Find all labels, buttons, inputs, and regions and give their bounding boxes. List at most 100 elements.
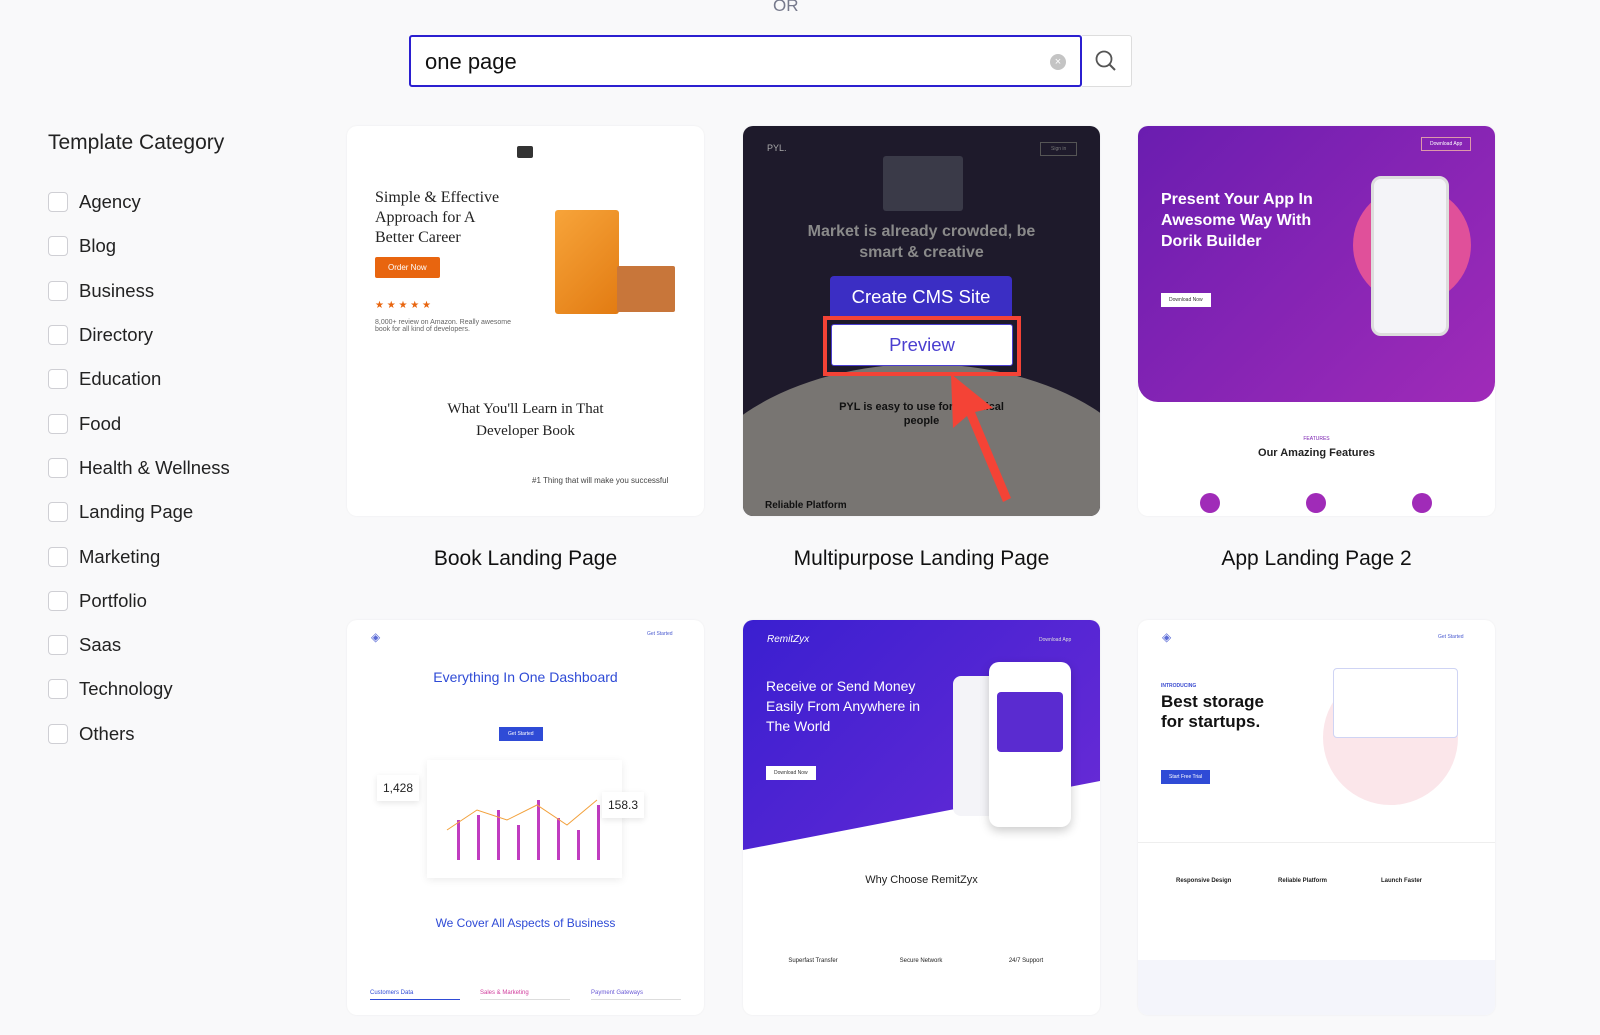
checkbox[interactable] (48, 457, 68, 478)
checkbox[interactable] (48, 413, 68, 434)
feature-icon (1412, 493, 1432, 513)
preview-headline: Everything In One Dashboard (433, 669, 618, 685)
preview-kicker: FEATURES (1303, 436, 1330, 442)
close-circle-icon[interactable]: × (1050, 54, 1066, 70)
preview-headline: Present Your App In Awesome Way With Dor… (1161, 191, 1313, 250)
checkbox[interactable] (48, 635, 68, 656)
preview-button: Start Free Trial (1161, 770, 1211, 784)
checkbox[interactable] (48, 502, 68, 523)
preview-feature: Superfast Transfer (788, 958, 838, 964)
template-title[interactable]: Multipurpose Landing Page (743, 547, 1100, 571)
checkbox[interactable] (48, 546, 68, 567)
category-item[interactable]: Education (48, 357, 230, 401)
preview-bg-curve (743, 364, 1100, 516)
checkbox[interactable] (48, 723, 68, 744)
category-item[interactable]: Others (48, 712, 230, 756)
preview-cta: Download App (1039, 637, 1072, 643)
preview-button: Get Started (499, 727, 543, 741)
search-box[interactable]: × (409, 35, 1082, 87)
phone-mockup (989, 662, 1071, 827)
template-title[interactable]: Book Landing Page (347, 547, 704, 571)
checkbox[interactable] (48, 369, 68, 390)
category-item[interactable]: Blog (48, 224, 230, 268)
preview-tab: Sales & Marketing (480, 990, 570, 1000)
preview-feature: 24/7 Support (1008, 958, 1044, 964)
arrow-pointer-icon (951, 374, 1011, 502)
template-title[interactable]: App Landing Page 2 (1138, 547, 1495, 571)
category-label: Landing Page (79, 501, 194, 523)
preview-button[interactable]: Preview (831, 324, 1013, 366)
checkbox[interactable] (48, 192, 68, 213)
magnifier-icon (1095, 50, 1116, 71)
preview-footer: Reliable Platform (765, 500, 847, 511)
or-label: OR (773, 0, 799, 15)
preview-feature: Launch Faster (1381, 878, 1423, 884)
checkbox[interactable] (48, 679, 68, 700)
category-item[interactable]: Technology (48, 667, 230, 711)
chart-mockup (427, 760, 622, 878)
preview-cta: Get Started (1438, 634, 1464, 640)
category-item[interactable]: Business (48, 269, 230, 313)
preview-features: Our Amazing Features (1258, 447, 1375, 459)
star-rating: ★ ★ ★ ★ ★ (375, 300, 431, 311)
preview-cta: Download App (1421, 137, 1472, 151)
template-card-remit[interactable]: RemitZyx Download App Receive or Send Mo… (743, 620, 1100, 1015)
logo-icon: ◈ (1162, 630, 1172, 644)
preview-brand: RemitZyx (767, 634, 810, 645)
category-label: Portfolio (79, 589, 147, 611)
category-item[interactable]: Portfolio (48, 579, 230, 623)
category-item[interactable]: Food (48, 401, 230, 445)
phone-mockup (1371, 176, 1449, 336)
category-label: Agency (79, 191, 141, 213)
category-item[interactable]: Saas (48, 623, 230, 667)
template-card-multipurpose[interactable]: PYL. Sign in Market is already crowded, … (743, 126, 1100, 516)
book-image (555, 210, 619, 314)
preview-headline: Best storage for startups. (1161, 692, 1264, 731)
preview-tab: Payment Gateways (591, 990, 681, 1000)
preview-brand: PYL. (767, 143, 787, 153)
preview-button: Download Now (1161, 293, 1211, 307)
checkbox[interactable] (48, 236, 68, 257)
feature-section (1138, 842, 1495, 962)
template-card-dashboard[interactable]: ◈ Get Started Everything In One Dashboar… (347, 620, 704, 1015)
preview-stat: 1,428 (377, 775, 420, 801)
category-label: Blog (79, 235, 117, 257)
category-label: Education (79, 368, 162, 390)
category-label: Saas (79, 634, 122, 656)
preview-headline: Market is already crowded, be smart & cr… (807, 223, 1036, 261)
preview-button: Order Now (375, 257, 440, 278)
preview-signin: Sign in (1040, 142, 1078, 156)
illustration-window (1333, 668, 1458, 738)
preview-kicker: INTRODUCING (1161, 683, 1197, 689)
preview-sub: #1 Thing that will make you successful (532, 476, 669, 485)
category-label: Directory (79, 324, 154, 346)
category-item[interactable]: Agency (48, 180, 230, 224)
book-icon (517, 146, 533, 158)
feature-icon (1306, 493, 1326, 513)
category-label: Food (79, 412, 122, 434)
template-card-app[interactable]: Download App Present Your App In Awesome… (1138, 126, 1495, 516)
category-item[interactable]: Health & Wellness (48, 446, 230, 490)
category-label: Business (79, 279, 155, 301)
create-cms-site-button[interactable]: Create CMS Site (830, 276, 1012, 318)
template-card-book[interactable]: Simple & Effective Approach for A Better… (347, 126, 704, 516)
checkbox[interactable] (48, 325, 68, 346)
preview-section: Why Choose RemitZyx (865, 874, 978, 886)
book-stack (617, 266, 675, 312)
preview-review: 8,000+ review on Amazon. Really awesome … (375, 319, 511, 333)
checkbox[interactable] (48, 590, 68, 611)
category-title: Template Category (48, 131, 225, 154)
category-item[interactable]: Marketing (48, 534, 230, 578)
category-label: Health & Wellness (79, 456, 230, 478)
template-card-storage[interactable]: ◈ Get Started INTRODUCING Best storage f… (1138, 620, 1495, 1015)
checkbox[interactable] (48, 280, 68, 301)
illustration (883, 156, 963, 211)
category-list: Agency Blog Business Directory Education Food… (48, 180, 230, 756)
feature-icon (1200, 493, 1220, 513)
category-item[interactable]: Landing Page (48, 490, 230, 534)
category-item[interactable]: Directory (48, 313, 230, 357)
preview-feature: Reliable Platform (1278, 878, 1328, 884)
search-input[interactable] (425, 49, 1025, 75)
search-button[interactable] (1082, 35, 1132, 87)
preview-feature: Responsive Design (1176, 878, 1232, 884)
